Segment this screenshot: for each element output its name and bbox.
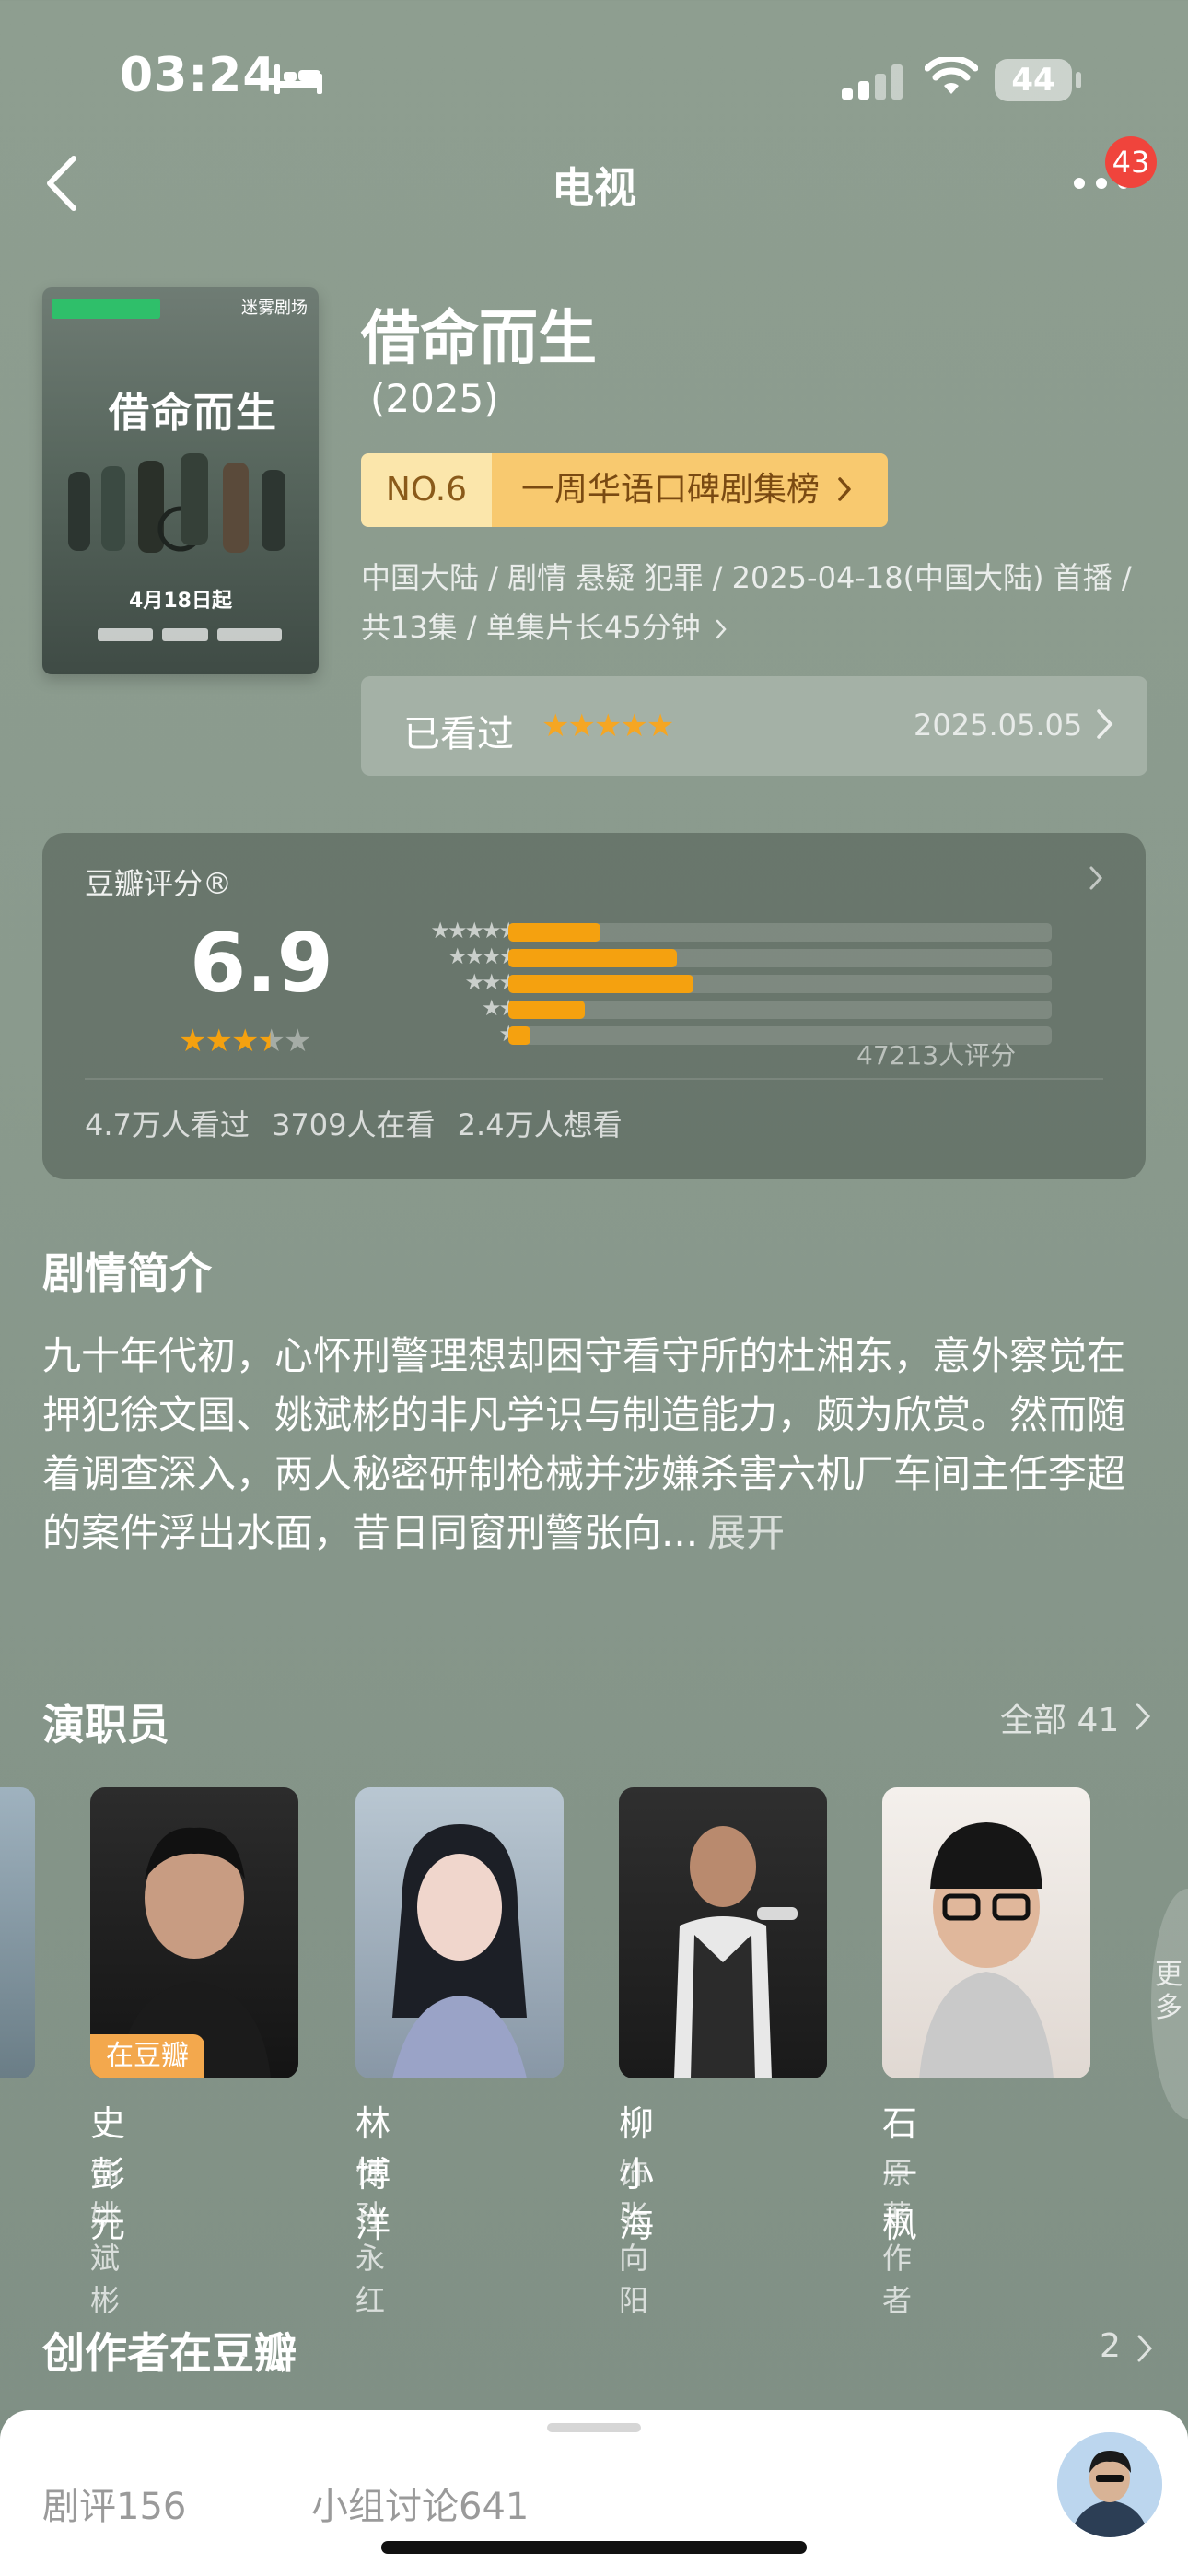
cast-role: 饰 张向阳: [619, 2156, 649, 2318]
rating-label: 豆瓣评分®: [85, 866, 233, 901]
cast-role: 原著作者: [882, 2156, 913, 2318]
bed-icon: [274, 64, 322, 94]
rating-bar-fill: [508, 975, 693, 993]
meta-chevron-icon: [716, 619, 727, 639]
cast-photo: [619, 1787, 827, 2078]
show-poster[interactable]: 迷雾剧场 借命而生 4月18日起: [42, 287, 319, 674]
cast-card-partial[interactable]: [0, 1787, 35, 2078]
on-douban-tag: 在豆瓣: [90, 2034, 204, 2078]
cast-photo: [882, 1787, 1090, 2078]
poster-brand: 迷雾剧场: [241, 299, 308, 318]
show-title: 借命而生: [361, 305, 597, 373]
cast-all-chevron-icon[interactable]: [1135, 1701, 1151, 1732]
rating-chevron-icon: [1089, 866, 1103, 890]
rating-bar-track: [508, 975, 1052, 993]
show-meta-line-2-text: 共13集 / 单集片长45分钟: [361, 610, 701, 645]
rating-divider: [85, 1078, 1103, 1080]
portrait-illustration: [919, 1822, 1054, 2078]
rank-label: 一周华语口碑剧集榜: [492, 453, 888, 527]
poster-figures-illustration: [68, 453, 285, 553]
watched-date: 2025.05.05: [914, 708, 1083, 743]
bottom-sheet[interactable]: 剧评156 小组讨论641: [0, 2410, 1188, 2576]
cast-role: 饰 孙永红: [355, 2156, 386, 2318]
show-year: (2025): [370, 376, 499, 421]
cast-more-label[interactable]: 更多: [1155, 1959, 1182, 2025]
tab-group-discussions[interactable]: 小组讨论641: [311, 2476, 529, 2530]
poster-tag: [52, 299, 160, 319]
rating-bar-row: ★★★: [355, 969, 1055, 995]
creators-section-title: 创作者在豆瓣: [42, 2328, 297, 2378]
rating-stats: 4.7万人看过 3709人在看 2.4万人想看: [85, 1107, 623, 1142]
rating-bar-track: [508, 923, 1052, 942]
rating-bar-row: ★★★★★: [355, 918, 1055, 943]
cellular-signal-icon: [842, 64, 903, 100]
portrait-illustration: [674, 1826, 798, 2078]
rating-count: 47213人评分: [856, 1040, 1017, 1071]
rank-label-text: 一周华语口碑剧集榜: [521, 471, 821, 509]
wifi-icon: [925, 57, 978, 94]
rating-bar-stars: ★★★★★: [430, 918, 518, 943]
home-indicator: [381, 2541, 807, 2554]
creators-count[interactable]: 2: [1100, 2327, 1121, 2365]
synopsis-expand-link[interactable]: 展开: [707, 1510, 785, 1555]
poster-logos: [98, 628, 282, 641]
rating-bar-fill: [508, 1001, 585, 1019]
notification-badge[interactable]: 43: [1105, 136, 1157, 188]
douban-rating-card[interactable]: 豆瓣评分® 6.9 ★★★★★ ★★★★★ ★★★★ ★★★ ★★ ★ 47213人评分…: [42, 833, 1146, 1179]
watched-status-bar[interactable]: 已看过 ★★★★★ 2025.05.05: [361, 676, 1147, 776]
status-time: 03:24: [120, 48, 277, 103]
show-meta-line-1: 中国大陆 / 剧情 悬疑 犯罪 / 2025-04-18(中国大陆) 首播 /: [361, 560, 1132, 595]
page-title: 电视: [552, 163, 636, 213]
cast-all-link[interactable]: 全部 41: [1000, 1693, 1119, 1741]
rating-score: 6.9: [190, 916, 333, 1011]
rating-bar-row: ★★★★: [355, 943, 1055, 969]
battery-level: 44: [1011, 62, 1055, 99]
poster-title: 借命而生: [109, 390, 278, 437]
user-avatar[interactable]: [1054, 2429, 1166, 2541]
rank-number: NO.6: [361, 453, 492, 527]
synopsis-body: 九十年代初，心怀刑警理想却困守看守所的杜湘东，意外察觉在押犯徐文国、姚斌彬的非凡…: [42, 1333, 1126, 1555]
tab-reviews[interactable]: 剧评156: [42, 2476, 186, 2530]
rating-stars: ★★★★★: [179, 1023, 312, 1060]
rating-star-empty: ★: [283, 1023, 312, 1060]
rating-bar-fill: [508, 1026, 530, 1045]
show-meta-line-2[interactable]: 共13集 / 单集片长45分钟: [361, 604, 727, 647]
rating-bar-fill: [508, 923, 600, 942]
watched-label: 已看过: [403, 713, 514, 755]
cast-photo: [355, 1787, 564, 2078]
rank-chevron-icon: [838, 477, 852, 501]
battery-indicator: 44: [995, 59, 1083, 101]
synopsis-title: 剧情简介: [42, 1248, 212, 1298]
avatar-illustration: [1057, 2432, 1162, 2537]
synopsis-text[interactable]: 九十年代初，心怀刑警理想却困守看守所的杜湘东，意外察觉在押犯徐文国、姚斌彬的非凡…: [42, 1327, 1147, 1563]
rating-bar-track: [508, 1001, 1052, 1019]
rating-stars-filled: ★★★: [179, 1023, 259, 1060]
creators-chevron-icon[interactable]: [1136, 2333, 1153, 2364]
rating-bar-stars: ★★★★: [447, 943, 518, 969]
rating-star-half: ★: [257, 1023, 285, 1060]
rating-bar-row: ★★: [355, 995, 1055, 1021]
poster-date: 4月18日起: [129, 590, 232, 613]
rating-bar-track: [508, 949, 1052, 967]
sheet-drag-handle[interactable]: [547, 2423, 641, 2432]
cast-section-title: 演职员: [42, 1700, 169, 1750]
cast-photo: 在豆瓣: [90, 1787, 298, 2078]
watched-stars: ★★★★★: [542, 708, 674, 744]
portrait-illustration: [392, 1824, 527, 2078]
rating-bar-fill: [508, 949, 677, 967]
watched-chevron-icon: [1097, 709, 1113, 739]
cast-role: 饰 姚斌彬: [90, 2156, 121, 2318]
ranking-badge[interactable]: NO.6 一周华语口碑剧集榜: [361, 453, 888, 527]
